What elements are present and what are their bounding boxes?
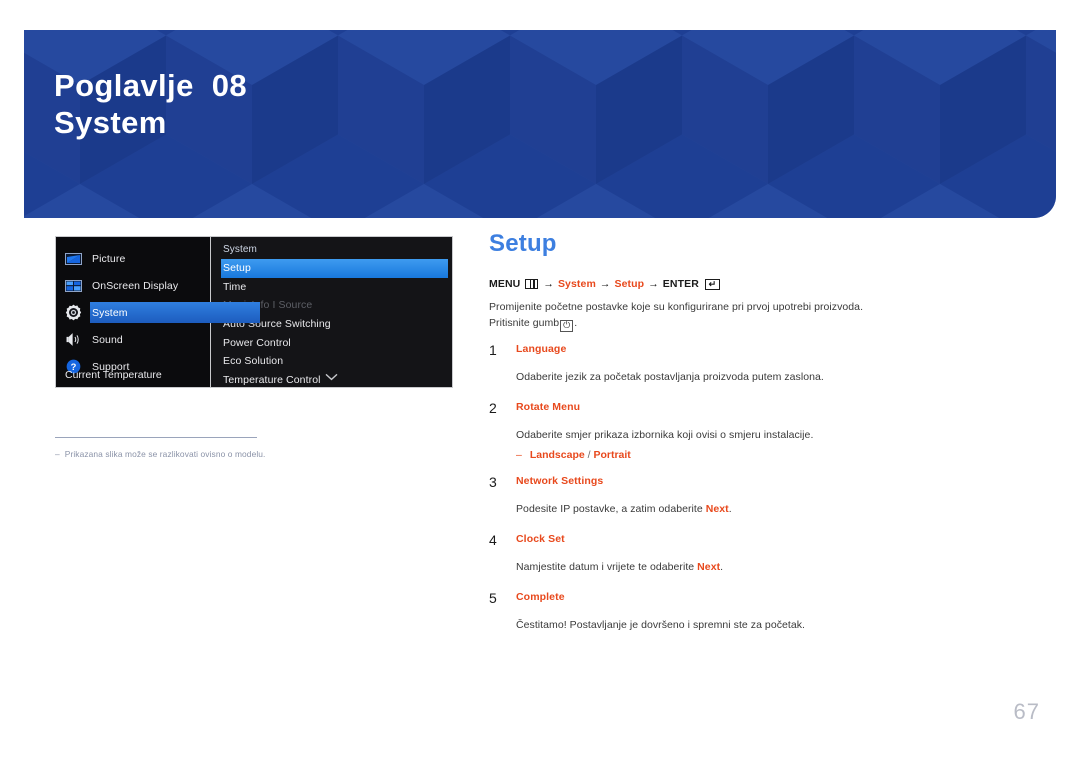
osd-submenu-item-setup[interactable]: Setup	[221, 259, 448, 278]
osd-menu-item-label: Picture	[92, 252, 126, 265]
step-description-accent: Next	[705, 503, 729, 516]
footnote-dash: –	[55, 449, 60, 459]
path-arrow: →	[648, 278, 659, 290]
step-description-text: Podesite IP postavke, a zatim odaberite	[516, 503, 706, 516]
speaker-icon	[56, 332, 90, 347]
osd-submenu-item-time[interactable]: Time	[211, 278, 452, 297]
osd-menu-item-label: OnScreen Display	[92, 279, 179, 292]
osd-screenshot: Picture OnScreen Display System Sound ? …	[55, 236, 453, 388]
osd-menu-item-label: Support	[92, 360, 130, 373]
intro-line-1: Promijenite početne postavke koje su kon…	[489, 301, 864, 313]
step-description: Čestitamo! Postavljanje je dovršeno i sp…	[516, 618, 1019, 634]
steps-list: 1 Language Odaberite jezik za početak po…	[489, 342, 1019, 646]
intro-line-2-period: .	[574, 317, 578, 330]
option-portrait: Portrait	[593, 448, 631, 461]
intro-line-2: Pritisnite gumb ⏻.	[489, 315, 1019, 332]
osd-menu-item-label: System	[92, 306, 128, 319]
footnote-text: Prikazana slika može se razlikovati ovis…	[64, 449, 266, 459]
osd-submenu-item-label: Setup	[223, 262, 251, 275]
step-title: Network Settings	[516, 475, 604, 488]
step-item: 2 Rotate Menu Odaberite smjer prikaza iz…	[489, 400, 1019, 473]
step-item: 5 Complete Čestitamo! Postavljanje je do…	[489, 590, 1019, 646]
menu-path-breadcrumb: MENU → System → Setup → ENTER ↵	[489, 278, 1019, 290]
step-item: 4 Clock Set Namjestite datum i vrijete t…	[489, 532, 1019, 588]
step-description-tail: .	[728, 503, 732, 516]
osd-submenu-item-eco-solution[interactable]: Eco Solution	[211, 352, 452, 371]
page-title: Setup	[489, 230, 557, 257]
article-content: Setup MENU → System → Setup → ENTER ↵ Pr…	[489, 232, 1019, 648]
path-step-system: System	[557, 278, 596, 290]
step-item: 1 Language Odaberite jezik za početak po…	[489, 342, 1019, 398]
osd-menu-item-system[interactable]: System	[56, 299, 260, 326]
step-description-text: Odaberite smjer prikaza izbornika koji o…	[516, 428, 814, 441]
option-landscape: Landscape	[529, 448, 585, 461]
step-item: 3 Network Settings Podesite IP postavke,…	[489, 474, 1019, 530]
step-description: Odaberite smjer prikaza izbornika koji o…	[516, 428, 1019, 444]
osd-submenu-item-label: Time	[223, 280, 247, 293]
option-separator: /	[587, 448, 591, 461]
step-number: 4	[489, 532, 497, 549]
step-sub-bullet: – Landscape / Portrait	[516, 448, 1019, 463]
chapter-label: Poglavlje 08	[54, 68, 248, 103]
step-description: Odaberite jezik za početak postavljanja …	[516, 370, 1019, 386]
step-description-text: Odaberite jezik za početak postavljanja …	[516, 370, 824, 383]
step-title: Complete	[516, 591, 565, 604]
footnote-divider	[55, 437, 257, 438]
footnote: – Prikazana slika može se razlikovati ov…	[55, 449, 445, 459]
osd-submenu-item-label: Power Control	[223, 336, 291, 349]
gear-icon	[56, 304, 90, 321]
menu-grid-icon	[525, 279, 539, 289]
path-arrow: →	[599, 278, 611, 290]
step-title: Rotate Menu	[516, 400, 581, 413]
page-number: 67	[1013, 699, 1040, 724]
intro-paragraph: Promijenite početne postavke koje su kon…	[489, 299, 1019, 332]
osd-submenu-title: System	[223, 244, 257, 255]
sub-bullet-dash: –	[516, 448, 522, 461]
menu-label: MENU	[489, 278, 521, 290]
step-description: Namjestite datum i vrijete te odaberite …	[516, 560, 1019, 576]
path-arrow: →	[543, 278, 554, 290]
step-number: 1	[489, 341, 497, 358]
step-number: 3	[489, 474, 497, 491]
chevron-down-icon[interactable]	[211, 373, 452, 384]
banner-heading: Poglavlje 08 System	[54, 68, 247, 141]
enter-key-icon: ↵	[704, 278, 720, 290]
path-step-setup: Setup	[614, 278, 645, 290]
step-description-text: Namjestite datum i vrijete te odaberite	[516, 561, 698, 574]
step-description-tail: .	[720, 561, 724, 574]
step-title: Language	[516, 342, 567, 355]
power-button-icon: ⏻	[560, 319, 574, 332]
osd-submenu-item-power-control[interactable]: Power Control	[211, 333, 452, 352]
enter-label: ENTER	[662, 278, 699, 290]
onscreen-display-icon	[56, 279, 90, 292]
osd-menu-item-label: Sound	[92, 333, 123, 346]
chapter-banner: Poglavlje 08 System	[24, 30, 1056, 218]
step-number: 2	[489, 399, 497, 416]
step-description-accent: Next	[697, 561, 721, 574]
osd-submenu-item-label: Eco Solution	[223, 355, 284, 368]
intro-line-2-text: Pritisnite gumb	[489, 317, 560, 330]
step-number: 5	[489, 590, 497, 607]
step-description: Podesite IP postavke, a zatim odaberite …	[516, 502, 1019, 518]
step-title: Clock Set	[516, 533, 565, 546]
step-description-text: Čestitamo! Postavljanje je dovršeno i sp…	[516, 619, 806, 632]
picture-icon	[56, 252, 90, 265]
chapter-title: System	[54, 104, 167, 140]
